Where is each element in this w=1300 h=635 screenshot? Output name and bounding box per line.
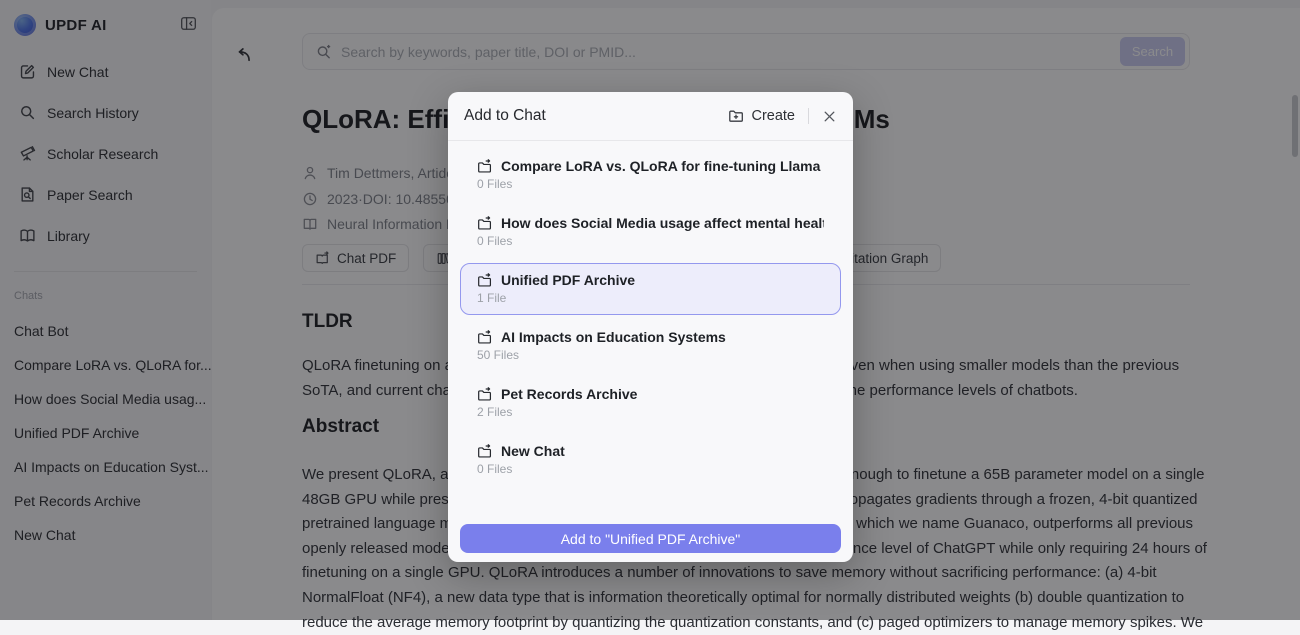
modal-title: Add to Chat bbox=[464, 107, 728, 125]
modal-item-files: 0 Files bbox=[477, 234, 824, 248]
modal-item-compare-lora[interactable]: Compare LoRA vs. QLoRA for fine-tuning L… bbox=[460, 149, 841, 201]
modal-item-new-chat[interactable]: New Chat 0 Files bbox=[460, 434, 841, 486]
modal-item-ai-impacts[interactable]: AI Impacts on Education Systems 50 Files bbox=[460, 320, 841, 372]
modal-item-files: 50 Files bbox=[477, 348, 824, 362]
modal-item-name: How does Social Media usage affect menta… bbox=[501, 215, 824, 231]
folder-arrow-icon bbox=[477, 330, 492, 345]
folder-arrow-icon bbox=[477, 387, 492, 402]
modal-header: Add to Chat Create bbox=[448, 92, 853, 141]
modal-item-files: 0 Files bbox=[477, 177, 824, 191]
modal-item-name: AI Impacts on Education Systems bbox=[501, 329, 726, 345]
modal-item-files: 0 Files bbox=[477, 462, 824, 476]
close-icon[interactable] bbox=[822, 109, 837, 124]
modal-item-name: Compare LoRA vs. QLoRA for fine-tuning L… bbox=[501, 158, 824, 174]
folder-arrow-icon bbox=[477, 273, 492, 288]
folder-arrow-icon bbox=[477, 159, 492, 174]
modal-item-name: New Chat bbox=[501, 443, 565, 459]
header-divider bbox=[808, 108, 809, 124]
add-to-archive-button[interactable]: Add to "Unified PDF Archive" bbox=[460, 524, 841, 553]
modal-item-pet-records[interactable]: Pet Records Archive 2 Files bbox=[460, 377, 841, 429]
modal-item-unified-pdf-archive[interactable]: Unified PDF Archive 1 File bbox=[460, 263, 841, 315]
create-chat-button[interactable]: Create bbox=[728, 108, 795, 124]
modal-item-files: 2 Files bbox=[477, 405, 824, 419]
add-to-chat-modal: Add to Chat Create Compare LoRA vs. QLoR… bbox=[448, 92, 853, 562]
modal-item-social-media[interactable]: How does Social Media usage affect menta… bbox=[460, 206, 841, 258]
folder-arrow-icon bbox=[477, 444, 492, 459]
folder-plus-icon bbox=[728, 108, 744, 124]
modal-item-files: 1 File bbox=[477, 291, 824, 305]
modal-item-name: Pet Records Archive bbox=[501, 386, 637, 402]
modal-chat-list: Compare LoRA vs. QLoRA for fine-tuning L… bbox=[448, 141, 853, 486]
create-label: Create bbox=[751, 108, 795, 124]
modal-item-name: Unified PDF Archive bbox=[501, 272, 635, 288]
folder-arrow-icon bbox=[477, 216, 492, 231]
